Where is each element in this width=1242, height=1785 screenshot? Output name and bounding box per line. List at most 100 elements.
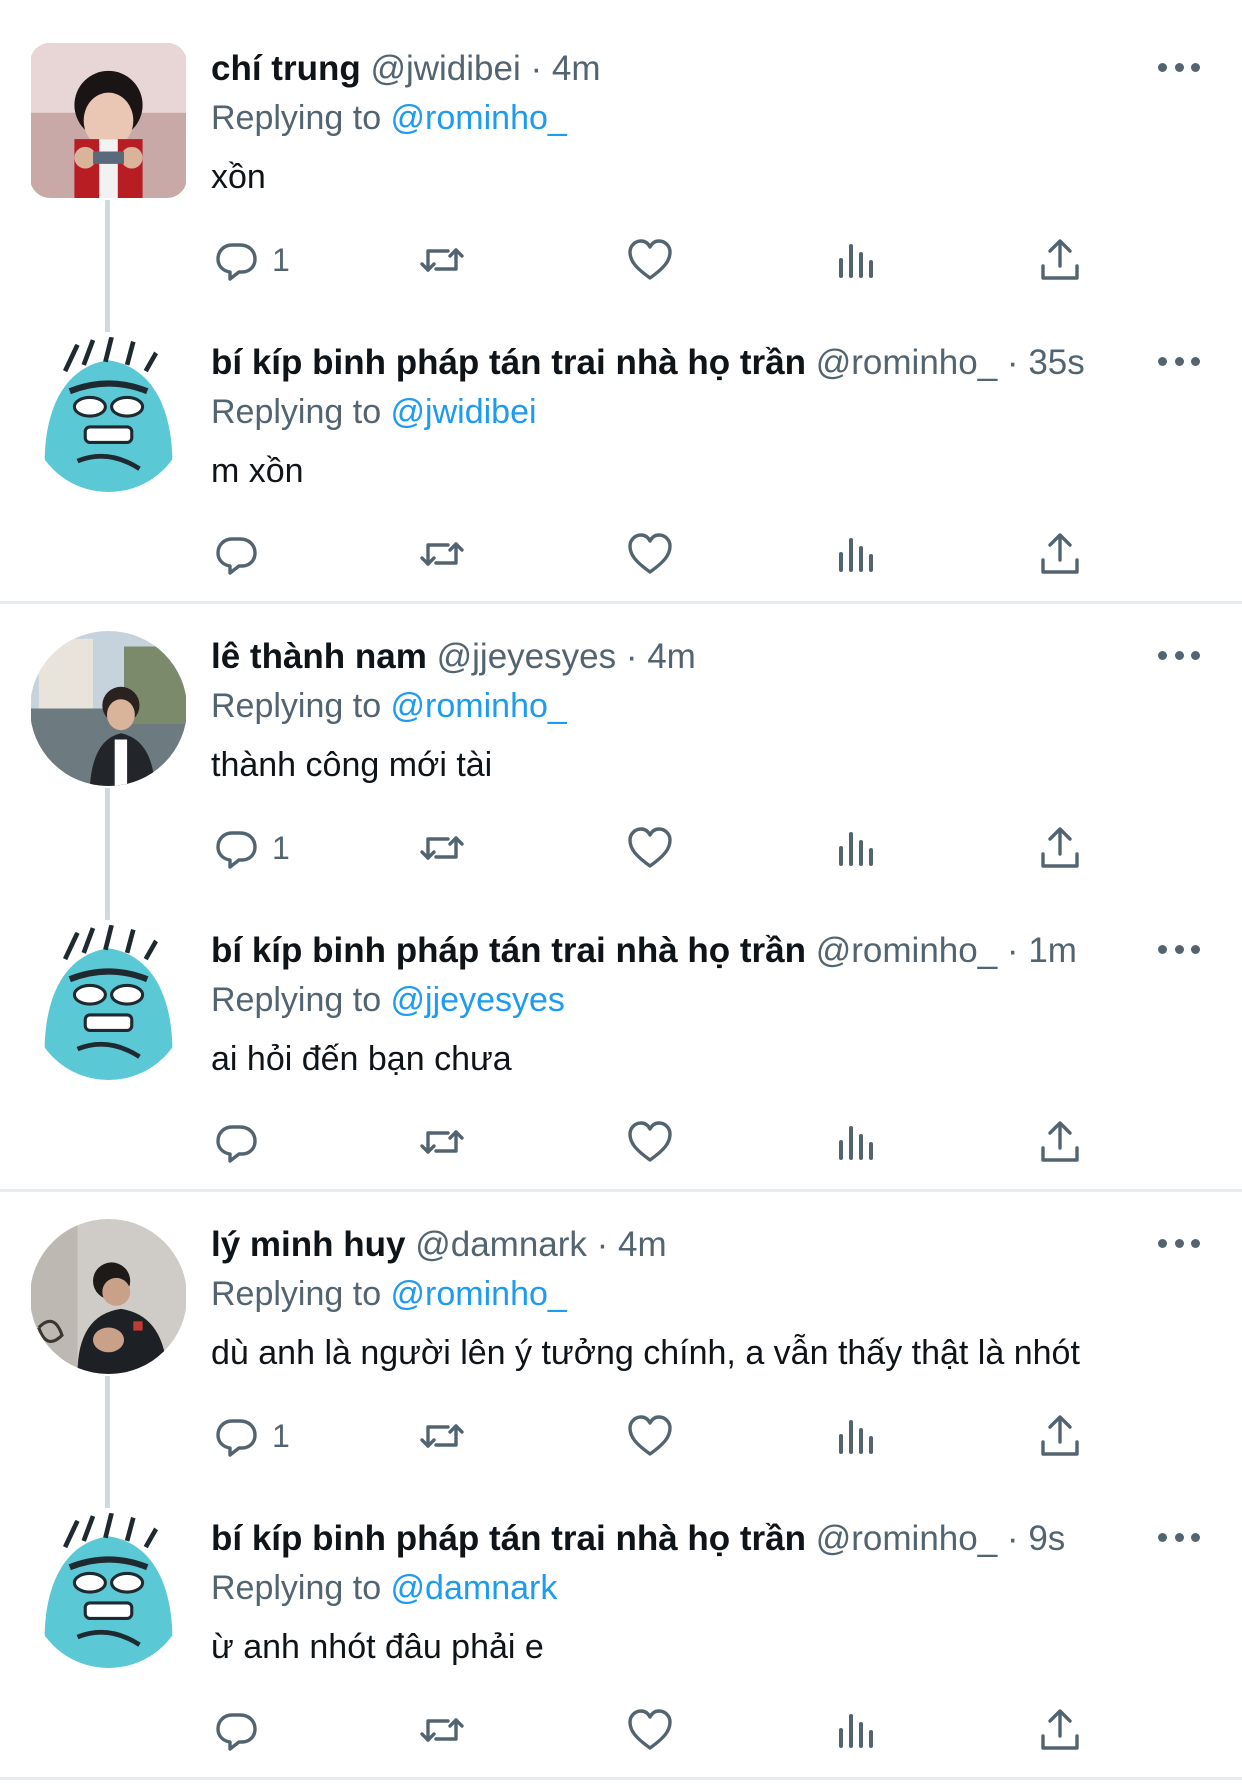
mention-link[interactable]: @rominho_ bbox=[391, 1275, 567, 1313]
replying-to-label: Replying to bbox=[211, 981, 391, 1019]
retweet-button[interactable] bbox=[418, 1117, 466, 1167]
like-button[interactable] bbox=[626, 235, 674, 285]
share-button[interactable] bbox=[1036, 529, 1084, 579]
avatar[interactable] bbox=[30, 631, 187, 786]
more-icon[interactable] bbox=[1158, 640, 1200, 670]
reply-button[interactable] bbox=[212, 529, 260, 579]
more-icon[interactable] bbox=[1158, 1522, 1200, 1552]
share-button[interactable] bbox=[1036, 1411, 1084, 1461]
views-button[interactable] bbox=[832, 1411, 880, 1461]
author-name[interactable]: bí kíp binh pháp tán trai nhà họ trần bbox=[211, 343, 806, 382]
like-icon bbox=[626, 1706, 674, 1754]
avatar[interactable] bbox=[30, 1513, 187, 1668]
more-icon[interactable] bbox=[1158, 52, 1200, 82]
avatar[interactable] bbox=[30, 337, 187, 492]
reply-button[interactable]: 1 bbox=[212, 1411, 290, 1461]
retweet-icon bbox=[418, 236, 466, 284]
share-button[interactable] bbox=[1036, 235, 1084, 285]
retweet-button[interactable] bbox=[418, 823, 466, 873]
avatar[interactable] bbox=[30, 1219, 187, 1374]
mention-link[interactable]: @rominho_ bbox=[391, 687, 567, 725]
mention-link[interactable]: @rominho_ bbox=[391, 99, 567, 137]
avatar[interactable] bbox=[30, 43, 187, 198]
reply-button[interactable]: 1 bbox=[212, 235, 290, 285]
author-handle[interactable]: @rominho_ bbox=[816, 343, 997, 382]
author-handle[interactable]: @damnark bbox=[415, 1225, 587, 1264]
like-button[interactable] bbox=[626, 1705, 674, 1755]
author-name[interactable]: lê thành nam bbox=[211, 637, 427, 676]
mention-link[interactable]: @damnark bbox=[391, 1569, 558, 1607]
more-icon[interactable] bbox=[1158, 1228, 1200, 1258]
timestamp[interactable]: 4m bbox=[647, 637, 696, 676]
retweet-button[interactable] bbox=[418, 529, 466, 579]
retweet-icon bbox=[418, 1118, 466, 1166]
replying-to-label: Replying to bbox=[211, 1569, 391, 1607]
timestamp[interactable]: 9s bbox=[1028, 1519, 1065, 1558]
timestamp[interactable]: 4m bbox=[618, 1225, 667, 1264]
views-button[interactable] bbox=[832, 529, 880, 579]
more-icon[interactable] bbox=[1158, 934, 1200, 964]
action-bar bbox=[0, 1705, 1242, 1755]
like-icon bbox=[626, 1412, 674, 1460]
author-handle[interactable]: @jjeyesyes bbox=[437, 637, 616, 676]
tweet-text: xồn bbox=[211, 158, 266, 196]
tweet-header: lý minh huy @damnark · 4m bbox=[211, 1224, 667, 1266]
retweet-button[interactable] bbox=[418, 235, 466, 285]
tweet[interactable]: bí kíp binh pháp tán trai nhà họ trần @r… bbox=[0, 1470, 1242, 1764]
views-icon bbox=[832, 236, 880, 284]
like-button[interactable] bbox=[626, 529, 674, 579]
like-button[interactable] bbox=[626, 1411, 674, 1461]
retweet-button[interactable] bbox=[418, 1705, 466, 1755]
tweet[interactable]: bí kíp binh pháp tán trai nhà họ trần @r… bbox=[0, 294, 1242, 588]
action-bar: 1 bbox=[0, 823, 1242, 873]
retweet-icon bbox=[418, 1706, 466, 1754]
timestamp[interactable]: 4m bbox=[552, 49, 601, 88]
action-bar bbox=[0, 529, 1242, 579]
views-button[interactable] bbox=[832, 823, 880, 873]
reply-icon bbox=[212, 236, 260, 284]
views-button[interactable] bbox=[832, 1117, 880, 1167]
tweet-header: lê thành nam @jjeyesyes · 4m bbox=[211, 636, 696, 678]
share-button[interactable] bbox=[1036, 1705, 1084, 1755]
reply-button[interactable]: 1 bbox=[212, 823, 290, 873]
like-icon bbox=[626, 1118, 674, 1166]
reply-count: 1 bbox=[272, 829, 290, 866]
like-button[interactable] bbox=[626, 1117, 674, 1167]
mention-link[interactable]: @jjeyesyes bbox=[391, 981, 565, 1019]
tweet[interactable]: lê thành nam @jjeyesyes · 4m Replying to… bbox=[0, 588, 1242, 882]
action-bar: 1 bbox=[0, 1411, 1242, 1461]
avatar[interactable] bbox=[30, 925, 187, 1080]
separator-dot: · bbox=[1006, 343, 1019, 382]
reply-button[interactable] bbox=[212, 1117, 260, 1167]
more-icon[interactable] bbox=[1158, 346, 1200, 376]
retweet-icon bbox=[418, 1412, 466, 1460]
views-button[interactable] bbox=[832, 1705, 880, 1755]
tweet-text: m xồn bbox=[211, 452, 304, 490]
like-button[interactable] bbox=[626, 823, 674, 873]
tweet-text: thành công mới tài bbox=[211, 746, 493, 784]
author-handle[interactable]: @jwidibei bbox=[370, 49, 520, 88]
separator-dot: · bbox=[1006, 1519, 1019, 1558]
tweet-text: ừ anh nhót đâu phải e bbox=[211, 1628, 544, 1666]
author-name[interactable]: chí trung bbox=[211, 49, 361, 88]
reply-button[interactable] bbox=[212, 1705, 260, 1755]
tweet[interactable]: chí trung @jwidibei · 4m Replying to @ro… bbox=[0, 0, 1242, 294]
tweet[interactable]: bí kíp binh pháp tán trai nhà họ trần @r… bbox=[0, 882, 1242, 1176]
timestamp[interactable]: 35s bbox=[1028, 343, 1084, 382]
share-button[interactable] bbox=[1036, 1117, 1084, 1167]
author-name[interactable]: bí kíp binh pháp tán trai nhà họ trần bbox=[211, 1519, 806, 1558]
replying-to: Replying to @rominho_ bbox=[211, 97, 567, 139]
reply-icon bbox=[212, 1412, 260, 1460]
author-handle[interactable]: @rominho_ bbox=[816, 1519, 997, 1558]
mention-link[interactable]: @jwidibei bbox=[391, 393, 537, 431]
author-handle[interactable]: @rominho_ bbox=[816, 931, 997, 970]
author-name[interactable]: bí kíp binh pháp tán trai nhà họ trần bbox=[211, 931, 806, 970]
reply-count: 1 bbox=[272, 241, 290, 278]
views-button[interactable] bbox=[832, 235, 880, 285]
share-button[interactable] bbox=[1036, 823, 1084, 873]
tweet[interactable]: lý minh huy @damnark · 4m Replying to @r… bbox=[0, 1176, 1242, 1470]
timestamp[interactable]: 1m bbox=[1028, 931, 1077, 970]
views-icon bbox=[832, 1118, 880, 1166]
author-name[interactable]: lý minh huy bbox=[211, 1225, 405, 1264]
retweet-button[interactable] bbox=[418, 1411, 466, 1461]
